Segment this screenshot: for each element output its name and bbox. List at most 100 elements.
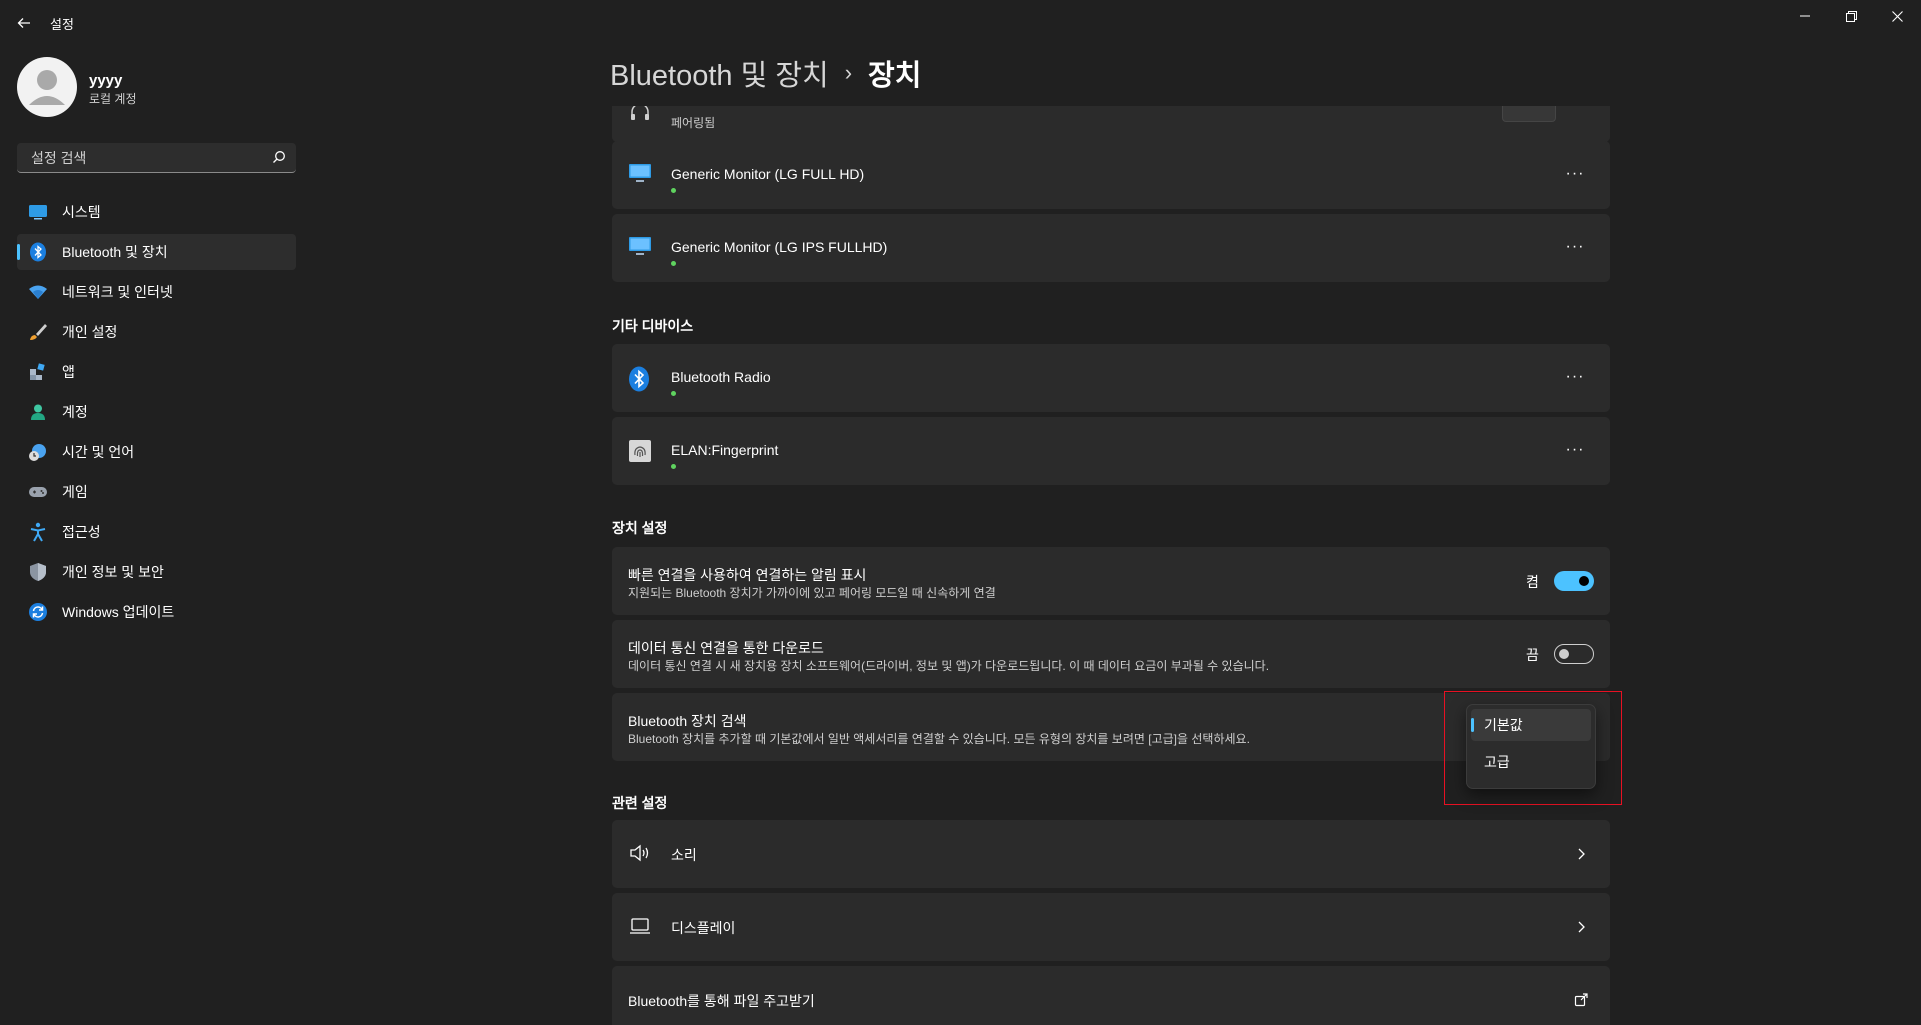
setting-title: 빠른 연결을 사용하여 연결하는 알림 표시: [628, 567, 867, 583]
close-button[interactable]: [1874, 0, 1920, 32]
setting-description: 데이터 통신 연결 시 새 장치용 장치 소프트웨어(드라이버, 정보 및 앱)…: [628, 659, 1270, 673]
back-button[interactable]: [12, 11, 36, 35]
device-name: Bluetooth Radio: [671, 369, 771, 385]
gamepad-icon: [27, 481, 49, 503]
section-title-other-devices: 기타 디바이스: [612, 318, 694, 334]
setting-description: 지원되는 Bluetooth 장치가 가까이에 있고 페어링 모드일 때 신속하…: [628, 586, 996, 600]
sidebar-item-label: 네트워크 및 인터넷: [62, 284, 173, 300]
more-options-button[interactable]: ···: [1560, 366, 1590, 392]
device-name: Generic Monitor (LG IPS FULLHD): [671, 239, 888, 255]
related-sound[interactable]: 소리: [612, 820, 1610, 888]
setting-title: Bluetooth 장치 검색: [628, 713, 747, 729]
back-arrow-icon: [17, 18, 30, 28]
swift-pair-toggle[interactable]: [1554, 571, 1594, 591]
avatar[interactable]: [17, 57, 77, 117]
content-scroll-area[interactable]: 페어링됨 Generic Monitor (LG FULL HD) ··· Ge…: [612, 106, 1610, 1025]
sidebar-item-label: 개인 설정: [62, 324, 118, 340]
sidebar-item-accounts[interactable]: 계정: [17, 394, 296, 430]
sidebar-item-gaming[interactable]: 게임: [17, 474, 296, 510]
device-card-monitor-1[interactable]: Generic Monitor (LG FULL HD) ···: [612, 141, 1610, 209]
brush-icon: [27, 321, 49, 343]
speaker-icon: [628, 842, 652, 866]
sidebar-item-label: Windows 업데이트: [62, 604, 175, 620]
device-card-partial[interactable]: 페어링됨: [612, 106, 1610, 142]
sidebar-item-label: 시간 및 언어: [62, 444, 135, 460]
sidebar-item-label: 개인 정보 및 보안: [62, 564, 164, 580]
sidebar-item-privacy[interactable]: 개인 정보 및 보안: [17, 554, 296, 590]
related-bluetooth-file-transfer[interactable]: Bluetooth를 통해 파일 주고받기: [612, 966, 1610, 1025]
bluetooth-icon: [628, 366, 652, 392]
connect-button[interactable]: [1502, 106, 1556, 122]
settings-search-box[interactable]: [17, 143, 296, 173]
chevron-right-icon: [1578, 921, 1585, 933]
account-icon: [27, 401, 49, 423]
maximize-button[interactable]: [1828, 0, 1874, 32]
minimize-icon: [1800, 15, 1810, 17]
breadcrumb-parent[interactable]: Bluetooth 및 장치: [610, 52, 829, 94]
sidebar-item-personalization[interactable]: 개인 설정: [17, 314, 296, 350]
page-title: 장치: [868, 60, 922, 92]
monitor-icon: [628, 163, 652, 187]
connected-status-dot: [671, 188, 676, 193]
close-icon: [1891, 10, 1903, 22]
related-label: 소리: [671, 847, 697, 863]
user-name: yyyy: [89, 72, 123, 89]
breadcrumb-separator: ›: [844, 60, 853, 85]
device-card-bluetooth-radio[interactable]: Bluetooth Radio ···: [612, 344, 1610, 412]
toggle-knob: [1579, 576, 1589, 586]
toggle-state-label: 켬: [1526, 574, 1539, 590]
minimize-button[interactable]: [1782, 0, 1828, 32]
section-title-device-settings: 장치 설정: [612, 520, 668, 536]
toggle-knob: [1559, 649, 1569, 659]
sidebar-item-apps[interactable]: 앱: [17, 354, 296, 390]
time-language-icon: [27, 441, 49, 463]
bluetooth-icon: [27, 241, 49, 263]
device-card-monitor-2[interactable]: Generic Monitor (LG IPS FULLHD) ···: [612, 214, 1610, 282]
sidebar-item-label: Bluetooth 및 장치: [62, 244, 168, 260]
section-title-related-settings: 관련 설정: [612, 795, 668, 811]
connected-status-dot: [671, 464, 676, 469]
toggle-state-label: 끔: [1526, 647, 1539, 663]
sidebar-item-windows-update[interactable]: Windows 업데이트: [17, 594, 296, 630]
dropdown-option-default[interactable]: 기본값: [1471, 709, 1591, 741]
restore-icon: [1845, 10, 1857, 22]
discovery-dropdown-menu[interactable]: 기본값 고급: [1466, 704, 1596, 789]
device-status: 페어링됨: [671, 116, 716, 130]
more-options-button[interactable]: ···: [1560, 163, 1590, 189]
setting-description: Bluetooth 장치를 추가할 때 기본값에서 일반 액세서리를 연결할 수…: [628, 732, 1250, 746]
sidebar-item-label: 앱: [62, 364, 75, 380]
setting-swift-pair: 빠른 연결을 사용하여 연결하는 알림 표시 지원되는 Bluetooth 장치…: [612, 547, 1610, 615]
sidebar-item-label: 계정: [62, 404, 88, 420]
sidebar-item-label: 게임: [62, 484, 88, 500]
system-icon: [27, 201, 49, 223]
more-options-button[interactable]: ···: [1560, 236, 1590, 262]
update-icon: [27, 601, 49, 623]
sidebar-item-system[interactable]: 시스템: [17, 194, 296, 230]
fingerprint-icon: [628, 439, 652, 463]
sidebar-item-bluetooth[interactable]: Bluetooth 및 장치: [17, 234, 296, 270]
metered-download-toggle[interactable]: [1554, 644, 1594, 664]
wifi-icon: [27, 281, 49, 303]
sidebar-item-label: 접근성: [62, 524, 101, 540]
accessibility-icon: [27, 521, 49, 543]
headphones-icon: [628, 106, 652, 124]
search-icon[interactable]: [272, 150, 286, 164]
device-card-fingerprint[interactable]: ELAN:Fingerprint ···: [612, 417, 1610, 485]
search-input[interactable]: [29, 143, 263, 173]
user-avatar-icon: [29, 70, 65, 105]
breadcrumb: Bluetooth 및 장치 › 장치: [610, 52, 921, 94]
sidebar-nav: 시스템 Bluetooth 및 장치 네트워크 및 인터넷 개인 설정 앱 계정…: [17, 194, 296, 634]
related-display[interactable]: 디스플레이: [612, 893, 1610, 961]
chevron-right-icon: [1578, 848, 1585, 860]
dropdown-option-advanced[interactable]: 고급: [1471, 746, 1591, 778]
setting-metered-download: 데이터 통신 연결을 통한 다운로드 데이터 통신 연결 시 새 장치용 장치 …: [612, 620, 1610, 688]
more-options-button[interactable]: ···: [1560, 439, 1590, 465]
sidebar-item-time-language[interactable]: 시간 및 언어: [17, 434, 296, 470]
sidebar-item-label: 시스템: [62, 204, 101, 220]
device-name: ELAN:Fingerprint: [671, 442, 779, 458]
sidebar-item-accessibility[interactable]: 접근성: [17, 514, 296, 550]
device-name: Generic Monitor (LG FULL HD): [671, 166, 865, 182]
sidebar-item-network[interactable]: 네트워크 및 인터넷: [17, 274, 296, 310]
related-label: Bluetooth를 통해 파일 주고받기: [628, 993, 815, 1009]
monitor-icon: [628, 236, 652, 260]
